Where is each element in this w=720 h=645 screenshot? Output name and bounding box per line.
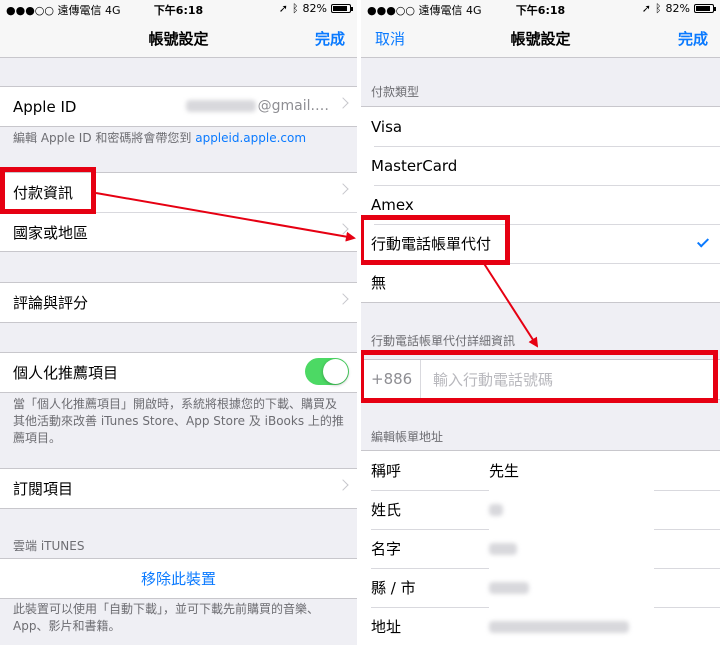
status-right: ➚ ᛒ 82%: [641, 2, 716, 15]
field-value[interactable]: [489, 490, 654, 529]
checkmark-icon: [696, 235, 710, 248]
ratings-row[interactable]: 評論與評分: [0, 283, 357, 322]
redacted-value: [489, 581, 529, 594]
personalized-group: 個人化推薦項目: [0, 352, 357, 393]
page-title: 帳號設定: [510, 30, 571, 48]
ratings-group: 評論與評分: [0, 282, 357, 323]
address-field-last-name[interactable]: 姓氏: [361, 490, 720, 529]
field-value[interactable]: [489, 568, 654, 607]
field-value-text: 先生: [489, 462, 520, 480]
personalized-toggle[interactable]: [305, 358, 349, 385]
apple-id-note: 編輯 Apple ID 和密碼將會帶您到 appleid.apple.com: [13, 130, 345, 147]
highlight-box-payment-info: [0, 167, 96, 214]
subscriptions-row[interactable]: 訂閱項目: [0, 469, 357, 508]
billing-address-header: 編輯帳單地址: [371, 430, 444, 444]
redacted-value: [489, 620, 629, 633]
itunes-cloud-header: 雲端 iTUNES: [13, 539, 85, 553]
done-button[interactable]: 完成: [678, 28, 708, 49]
redacted-email: [185, 100, 256, 112]
field-value[interactable]: [489, 529, 654, 568]
done-button[interactable]: 完成: [315, 28, 345, 49]
payment-type-group: Visa MasterCard Amex 行動電話帳單代付 無: [361, 106, 720, 303]
status-bar: ●●●○○ 遠傳電信 4G 下午6:18 ➚ ᛒ 82%: [0, 0, 357, 18]
highlight-box-phone: [361, 350, 718, 403]
field-label: 名字: [371, 540, 402, 558]
chevron-right-icon: [337, 183, 349, 195]
field-value[interactable]: [489, 607, 654, 645]
bluetooth-icon: ᛒ: [654, 2, 662, 15]
right-screen: ●●●○○ 遠傳電信 4G 下午6:18 ➚ ᛒ 82% 取消 帳號設定 完成 …: [361, 0, 720, 645]
battery-icon: [331, 4, 353, 13]
field-label: 姓氏: [371, 501, 402, 519]
nav-bar: 取消 帳號設定 完成: [361, 18, 720, 58]
payment-option-label: Amex: [371, 195, 414, 214]
highlight-box-carrier-billing: [361, 215, 510, 265]
ratings-label: 評論與評分: [13, 294, 89, 312]
carrier-billing-header: 行動電話帳單代付詳細資訊: [371, 334, 516, 348]
apple-id-label: Apple ID: [13, 97, 77, 116]
address-field-address[interactable]: 地址: [361, 607, 720, 645]
appleid-link[interactable]: appleid.apple.com: [195, 131, 306, 145]
payment-type-header: 付款類型: [371, 85, 420, 99]
field-value[interactable]: 先生: [489, 451, 654, 490]
chevron-right-icon: [337, 479, 349, 491]
redacted-value: [489, 503, 503, 516]
apple-id-value: @gmail.…: [185, 98, 329, 114]
battery-fill: [696, 6, 710, 11]
personalized-note: 當「個人化推薦項目」開啟時，系統將根據您的下載、購買及其他活動來改善 iTune…: [13, 397, 344, 445]
field-label: 地址: [371, 618, 402, 636]
subscriptions-label: 訂閱項目: [13, 480, 74, 498]
apple-id-group: Apple ID @gmail.…: [0, 86, 357, 127]
personalized-row: 個人化推薦項目: [0, 353, 357, 392]
nav-bar: 帳號設定 完成: [0, 18, 357, 58]
country-label: 國家或地區: [13, 223, 89, 242]
location-arrow-icon: ➚: [278, 2, 288, 15]
payment-option-label: Visa: [371, 117, 403, 136]
battery-percent: 82%: [665, 2, 690, 15]
address-field-city[interactable]: 縣 / 市: [361, 568, 720, 607]
battery-icon: [694, 4, 716, 13]
remove-device-note: 此裝置可以使用「自動下載」，並可下載先前購買的音樂、App、影片和書籍。: [13, 602, 320, 633]
remove-device-button[interactable]: 移除此裝置: [0, 559, 357, 598]
personalized-label: 個人化推薦項目: [13, 364, 119, 382]
payment-option-visa[interactable]: Visa: [361, 107, 720, 146]
field-label: 稱呼: [371, 462, 402, 480]
status-right: ➚ ᛒ 82%: [278, 2, 353, 15]
country-row[interactable]: 國家或地區: [0, 212, 357, 251]
battery-fill: [333, 6, 347, 11]
billing-address-group: 稱呼 先生 姓氏 名字 縣 / 市 地址: [361, 450, 720, 645]
address-field-first-name[interactable]: 名字: [361, 529, 720, 568]
battery-percent: 82%: [302, 2, 327, 15]
chevron-right-icon: [337, 223, 349, 235]
payment-option-none[interactable]: 無: [361, 263, 720, 302]
itunes-cloud-group: 移除此裝置: [0, 558, 357, 599]
payment-option-label: MasterCard: [371, 156, 458, 175]
field-label: 縣 / 市: [371, 579, 416, 597]
page-title: 帳號設定: [148, 30, 209, 48]
chevron-right-icon: [337, 97, 349, 109]
payment-option-mastercard[interactable]: MasterCard: [361, 146, 720, 185]
toggle-knob: [323, 359, 348, 384]
payment-option-label: 無: [371, 274, 387, 292]
apple-id-domain: @gmail.…: [257, 98, 329, 114]
chevron-right-icon: [337, 293, 349, 305]
left-screen: ●●●○○ 遠傳電信 4G 下午6:18 ➚ ᛒ 82% 帳號設定 完成 App…: [0, 0, 357, 645]
status-bar: ●●●○○ 遠傳電信 4G 下午6:18 ➚ ᛒ 82%: [361, 0, 720, 18]
apple-id-note-text: 編輯 Apple ID 和密碼將會帶您到: [13, 131, 192, 145]
location-arrow-icon: ➚: [641, 2, 651, 15]
apple-id-row[interactable]: Apple ID @gmail.…: [0, 87, 357, 126]
address-field-title[interactable]: 稱呼 先生: [361, 451, 720, 490]
bluetooth-icon: ᛒ: [291, 2, 299, 15]
subscriptions-group: 訂閱項目: [0, 468, 357, 509]
redacted-value: [489, 542, 517, 555]
